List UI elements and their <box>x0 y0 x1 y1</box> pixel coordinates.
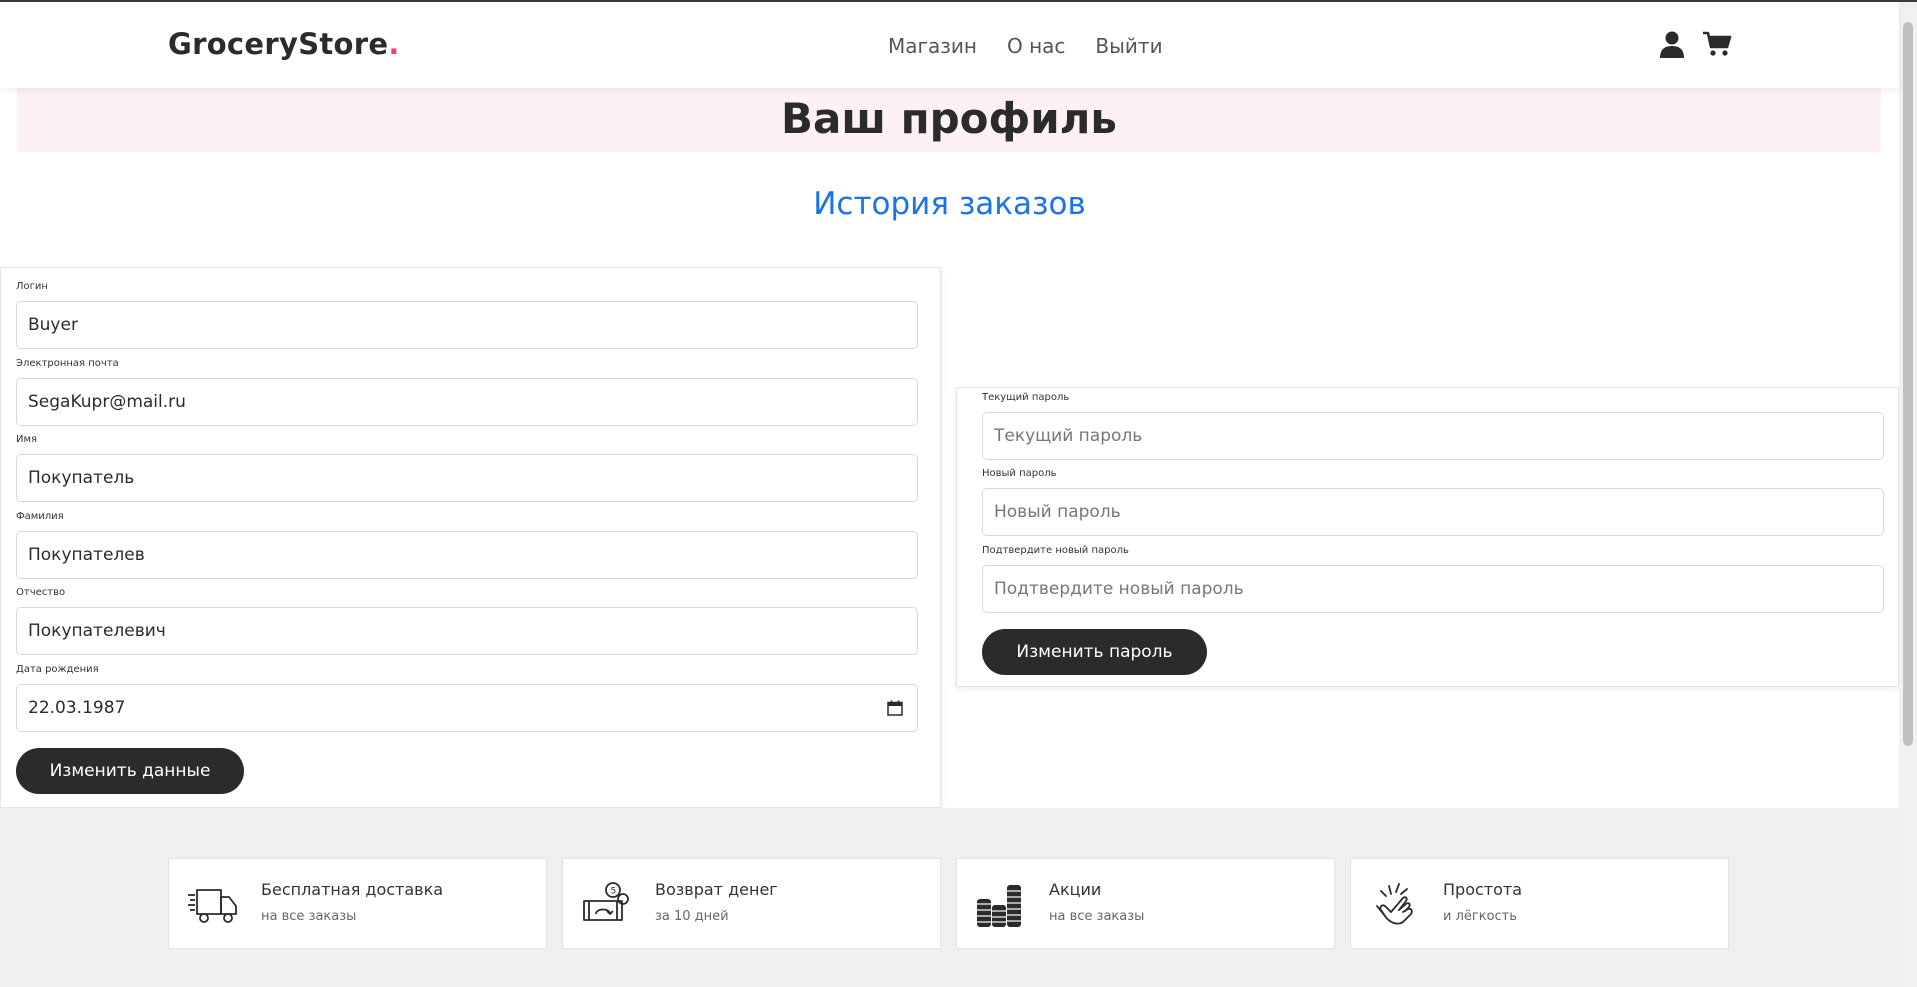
svg-text:5: 5 <box>611 887 617 897</box>
calendar-icon[interactable] <box>887 700 903 716</box>
coins-stack-icon <box>975 880 1027 930</box>
birthdate-label: Дата рождения <box>16 664 99 675</box>
delivery-truck-icon <box>187 880 239 930</box>
brand-logo[interactable]: GroceryStore. <box>168 27 400 61</box>
feature-money-return: 5 Возврат денег за 10 дней <box>562 858 941 949</box>
feature-promotions: Акции на все заказы <box>956 858 1335 949</box>
feature-subtitle: и лёгкость <box>1443 909 1517 924</box>
user-icon[interactable] <box>1658 30 1686 58</box>
nav-shop-link[interactable]: Магазин <box>888 34 977 58</box>
cart-icon[interactable] <box>1702 30 1732 58</box>
header-icons <box>1658 30 1732 58</box>
feature-free-delivery: Бесплатная доставка на все заказы <box>168 858 547 949</box>
new-password-label: Новый пароль <box>982 468 1057 479</box>
feature-subtitle: на все заказы <box>1049 909 1145 924</box>
main-nav: Магазин О нас Выйти <box>888 34 1163 58</box>
feature-title: Акции <box>1049 880 1102 899</box>
new-password-field[interactable] <box>982 488 1884 536</box>
brand-dot: . <box>388 27 400 61</box>
features-strip: Бесплатная доставка на все заказы 5 Возв… <box>0 808 1899 987</box>
login-label: Логин <box>16 281 48 292</box>
nav-about-link[interactable]: О нас <box>1007 34 1065 58</box>
profile-form-card: Логин Электронная почта Имя Фамилия Отче… <box>0 267 941 808</box>
order-history-link[interactable]: История заказов <box>0 186 1899 222</box>
first-name-field[interactable] <box>16 454 918 502</box>
confirm-password-label: Подтвердите новый пароль <box>982 545 1129 556</box>
feature-title: Бесплатная доставка <box>261 880 444 899</box>
email-label: Электронная почта <box>16 358 119 369</box>
last-name-label: Фамилия <box>16 511 64 522</box>
profile-banner: Ваш профиль <box>17 88 1881 152</box>
feature-simplicity: Простота и лёгкость <box>1350 858 1729 949</box>
feature-subtitle: на все заказы <box>261 909 357 924</box>
money-return-icon: 5 <box>581 880 633 930</box>
update-profile-button[interactable]: Изменить данные <box>16 748 244 794</box>
page-title: Ваш профиль <box>781 94 1117 143</box>
confirm-password-field[interactable] <box>982 565 1884 613</box>
site-header: GroceryStore. Магазин О нас Выйти <box>0 2 1899 88</box>
feature-title: Простота <box>1443 880 1523 899</box>
email-field[interactable] <box>16 378 918 426</box>
current-password-field[interactable] <box>982 412 1884 460</box>
feature-subtitle: за 10 дней <box>655 909 729 924</box>
patronymic-label: Отчество <box>16 587 66 598</box>
nav-logout-link[interactable]: Выйти <box>1095 34 1162 58</box>
change-password-button[interactable]: Изменить пароль <box>982 629 1207 675</box>
birthdate-field[interactable] <box>16 684 918 732</box>
first-name-label: Имя <box>16 434 38 445</box>
feature-title: Возврат денег <box>655 880 778 899</box>
brand-name: GroceryStore <box>168 27 389 61</box>
current-password-label: Текущий пароль <box>982 392 1070 403</box>
password-form-card: Текущий пароль Новый пароль Подтвердите … <box>956 387 1899 687</box>
patronymic-field[interactable] <box>16 607 918 655</box>
last-name-field[interactable] <box>16 531 918 579</box>
hand-snap-icon <box>1369 880 1421 930</box>
page-scrollbar-thumb[interactable] <box>1903 22 1913 746</box>
login-field[interactable] <box>16 301 918 349</box>
